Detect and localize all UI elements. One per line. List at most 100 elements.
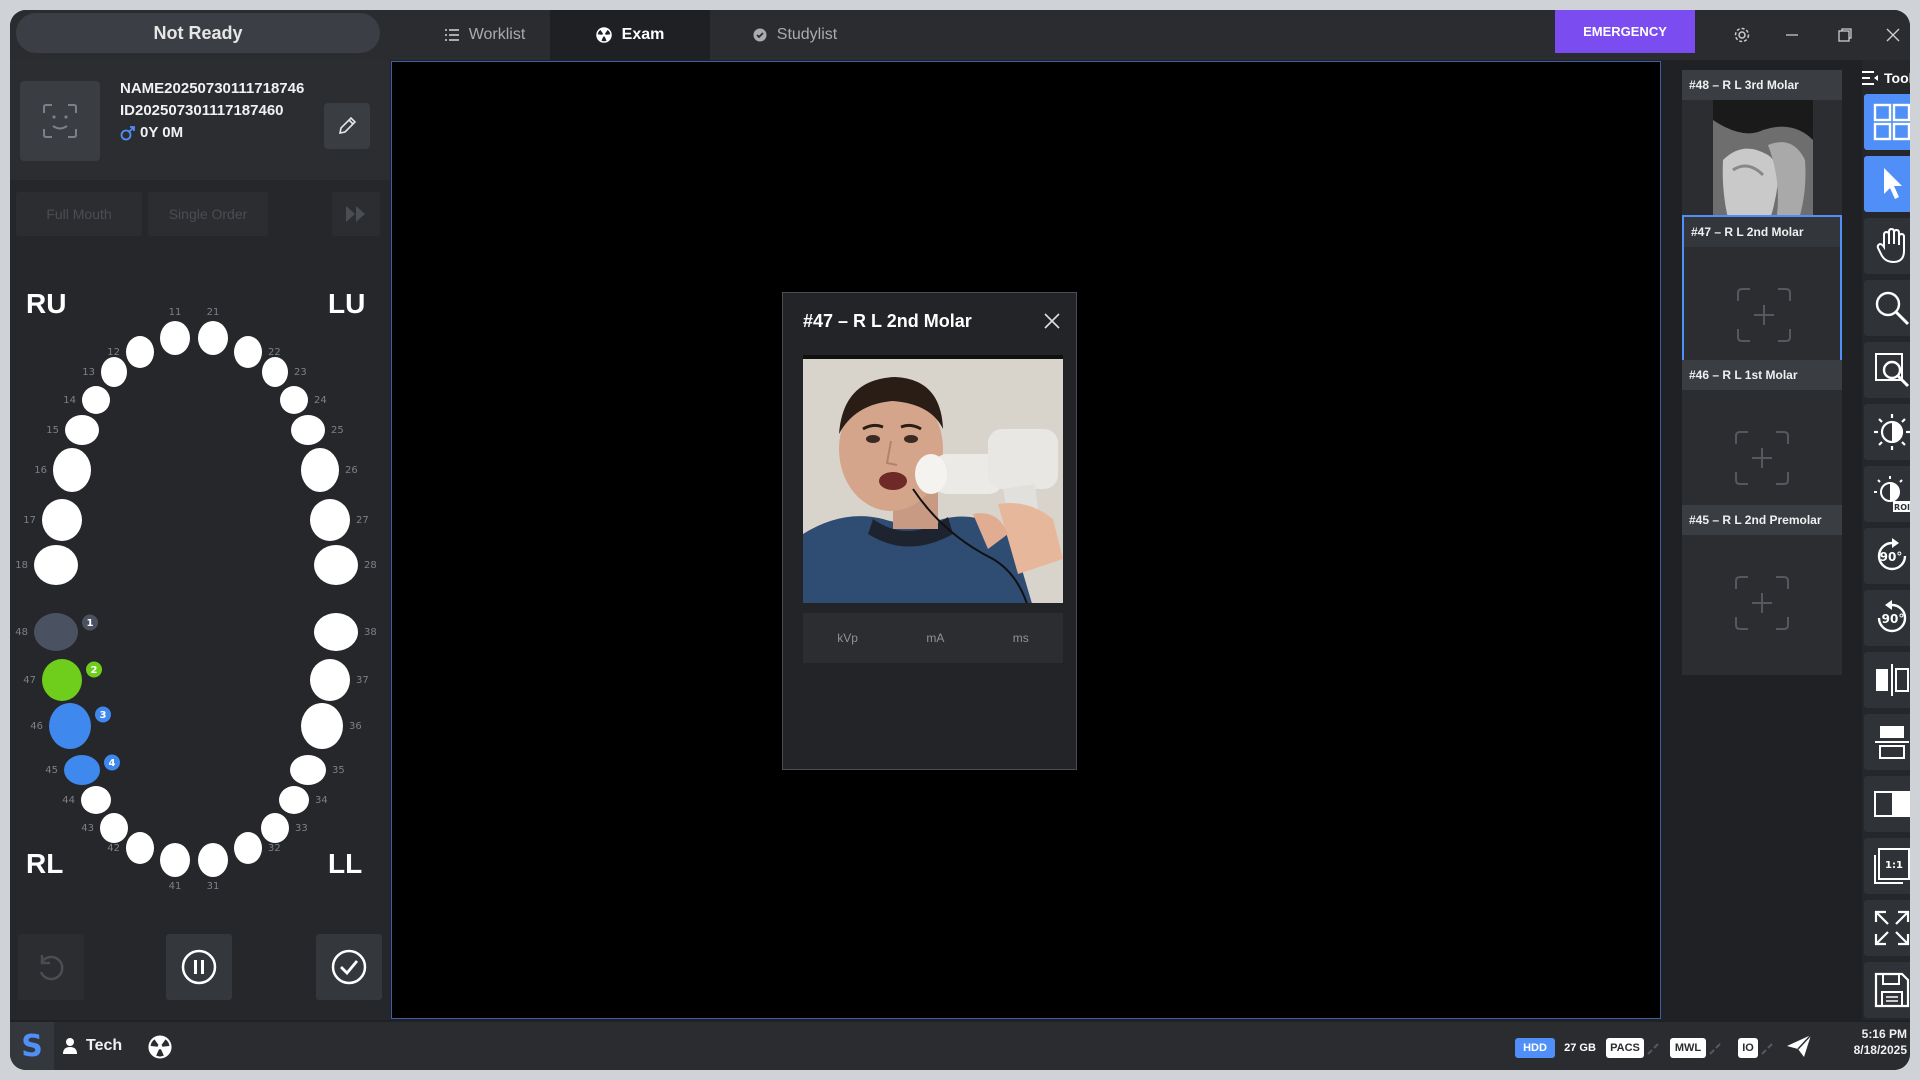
tooth-18[interactable]	[34, 545, 78, 585]
hdd-badge: HDD	[1515, 1038, 1555, 1058]
edit-patient-button[interactable]	[324, 103, 370, 149]
close-window-button[interactable]	[1876, 18, 1910, 52]
restore-icon	[1838, 28, 1852, 42]
tooth-17[interactable]	[42, 499, 82, 541]
image-viewer[interactable]: #47 – R L 2nd Molar kVp mA ms	[391, 61, 1661, 1019]
undo-icon	[39, 955, 64, 981]
tooth-44[interactable]	[81, 786, 111, 814]
tooth-48[interactable]	[34, 613, 78, 651]
flip-horizontal-button[interactable]	[1864, 652, 1910, 708]
tooth-22[interactable]	[234, 336, 262, 368]
tooth-46[interactable]	[49, 703, 91, 749]
tooth-32[interactable]	[234, 832, 262, 864]
roi-brightness-button[interactable]: ROI	[1864, 466, 1910, 522]
tooth-31[interactable]	[198, 843, 228, 877]
tooth-11[interactable]	[160, 321, 190, 355]
tooth-41[interactable]	[160, 843, 190, 877]
tab-studylist[interactable]: Studylist	[715, 10, 875, 60]
ma-label: mA	[926, 631, 945, 645]
tooth-28[interactable]	[314, 545, 358, 585]
single-order-button[interactable]: Single Order	[148, 192, 268, 236]
tooth-21[interactable]	[198, 321, 228, 355]
tooth-27[interactable]	[310, 499, 350, 541]
tooth-43[interactable]	[100, 813, 128, 843]
tooth-38[interactable]	[314, 613, 358, 651]
rotate-cw-90-icon: 90°	[1877, 600, 1907, 633]
tooth-42[interactable]	[126, 832, 154, 864]
tooth-number-38: 38	[364, 627, 377, 638]
radiation-icon	[595, 27, 612, 43]
restore-button[interactable]	[1828, 18, 1862, 52]
tooth-25[interactable]	[291, 415, 325, 445]
user-info[interactable]: Tech	[62, 1022, 122, 1070]
tooth-33[interactable]	[261, 813, 289, 843]
add-image-placeholder[interactable]	[1734, 575, 1790, 631]
emergency-button[interactable]: EMERGENCY	[1555, 10, 1695, 53]
layout-grid-button[interactable]	[1864, 94, 1910, 150]
save-icon	[1874, 972, 1910, 1008]
flip-vertical-button[interactable]	[1864, 714, 1910, 770]
tooth-number-17: 17	[23, 515, 36, 526]
tooth-13[interactable]	[101, 357, 127, 387]
flip-horizontal-icon	[1876, 664, 1909, 696]
tooth-number-26: 26	[345, 465, 358, 476]
hand-pan-icon	[1876, 227, 1905, 264]
tooth-26[interactable]	[301, 448, 339, 492]
tooth-number-23: 23	[294, 367, 307, 378]
tooth-15[interactable]	[65, 415, 99, 445]
tooth-36[interactable]	[301, 703, 343, 749]
add-image-placeholder[interactable]	[1734, 430, 1790, 486]
pause-button[interactable]	[166, 934, 232, 1000]
tooth-number-47: 47	[23, 675, 36, 686]
tooth-47[interactable]	[42, 659, 82, 701]
thumbnail-45[interactable]: #45 – R L 2nd Premolar	[1682, 505, 1842, 675]
fit-screen-button[interactable]	[1864, 900, 1910, 956]
app-window: Not Ready Worklist Exam Studylist EMERGE…	[10, 10, 1910, 1070]
tooth-45[interactable]	[64, 755, 100, 785]
panel-collapse-icon[interactable]	[1862, 71, 1878, 85]
tooth-35[interactable]	[290, 755, 326, 785]
tooth-34[interactable]	[279, 786, 309, 814]
dialog-close-button[interactable]	[1038, 307, 1066, 335]
save-button[interactable]	[1864, 962, 1910, 1018]
complete-button[interactable]	[316, 934, 382, 1000]
patient-name: NAME20250730111718746	[120, 80, 305, 97]
tooth-number-11: 11	[169, 307, 182, 318]
minimize-button[interactable]	[1775, 18, 1809, 52]
invert-button[interactable]	[1864, 776, 1910, 832]
settings-button[interactable]	[1725, 18, 1759, 52]
acquisition-dialog: #47 – R L 2nd Molar kVp mA ms	[782, 292, 1077, 770]
app-logo[interactable]: S	[10, 1022, 54, 1070]
full-mouth-button[interactable]: Full Mouth	[16, 192, 142, 236]
pointer-button[interactable]	[1864, 156, 1910, 212]
undo-button[interactable]	[18, 934, 84, 1000]
pacs-badge[interactable]: PACS	[1606, 1038, 1644, 1058]
clock-date: 8/18/2025	[1853, 1043, 1907, 1057]
tooth-12[interactable]	[126, 336, 154, 368]
tab-worklist[interactable]: Worklist	[410, 10, 560, 60]
io-badge[interactable]: IO	[1738, 1038, 1758, 1058]
tooth-number-48: 48	[15, 627, 28, 638]
skip-forward-button[interactable]	[332, 192, 380, 236]
rotate-left-button[interactable]: 90°	[1864, 528, 1910, 584]
tooth-24[interactable]	[280, 386, 308, 414]
tooth-number-44: 44	[62, 795, 75, 806]
send-button[interactable]	[1786, 1033, 1812, 1064]
magnifier-button[interactable]	[1864, 342, 1910, 398]
tooth-number-33: 33	[295, 823, 308, 834]
mwl-badge[interactable]: MWL	[1670, 1038, 1706, 1058]
add-image-placeholder[interactable]	[1736, 287, 1792, 343]
actual-size-button[interactable]: 1:1	[1864, 838, 1910, 894]
tooth-16[interactable]	[53, 448, 91, 492]
tab-exam[interactable]: Exam	[550, 10, 710, 60]
pan-button[interactable]	[1864, 218, 1910, 274]
send-icon	[1787, 1034, 1812, 1057]
zoom-button[interactable]	[1864, 280, 1910, 336]
tooth-14[interactable]	[82, 386, 110, 414]
rotate-right-button[interactable]: 90°	[1864, 590, 1910, 646]
ms-label: ms	[1012, 631, 1029, 645]
tooth-23[interactable]	[262, 357, 288, 387]
brightness-button[interactable]	[1864, 404, 1910, 460]
tooth-37[interactable]	[310, 659, 350, 701]
close-icon	[1044, 313, 1060, 329]
